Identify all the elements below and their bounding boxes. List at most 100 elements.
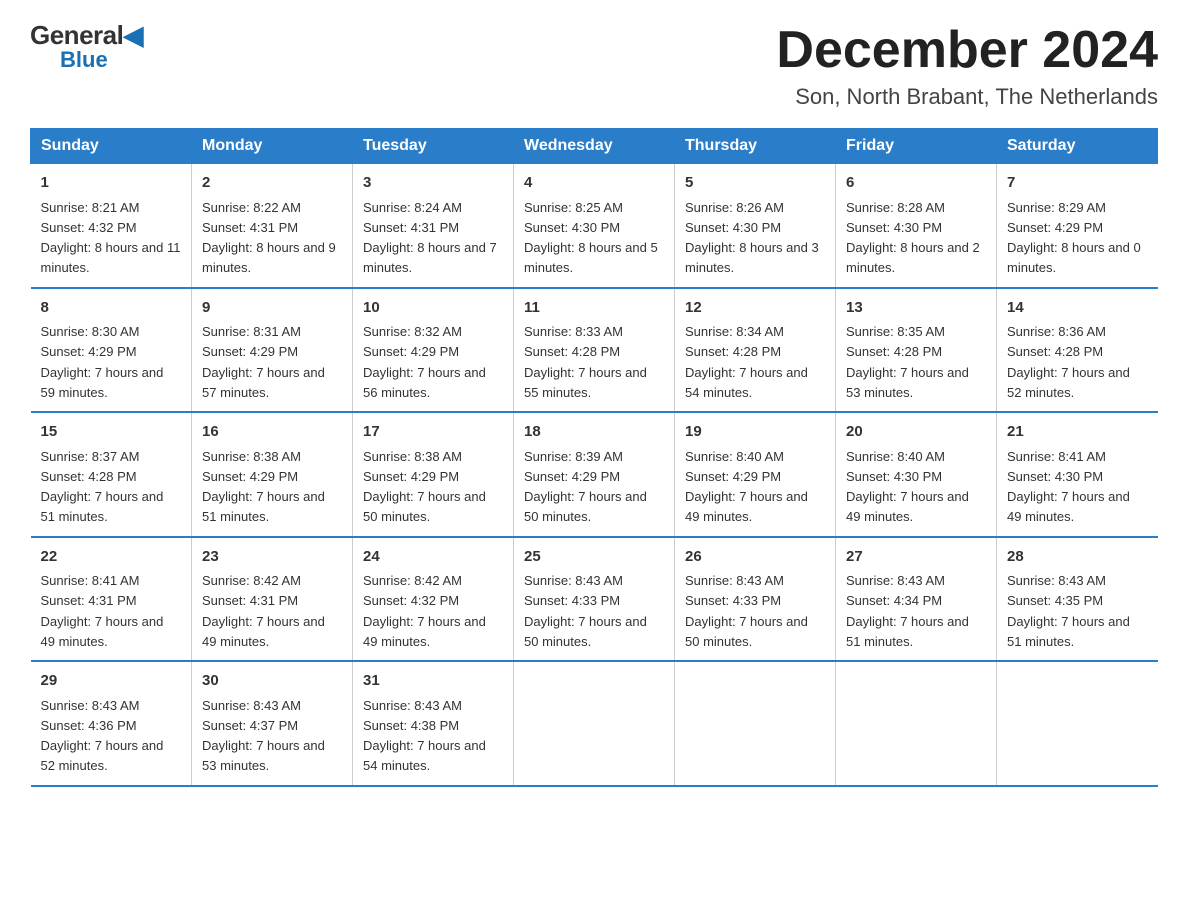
day-number: 12 (685, 297, 825, 320)
day-sunset: Sunset: 4:38 PM (363, 718, 459, 733)
day-sunrise: Sunrise: 8:33 AM (524, 324, 623, 339)
weekday-header-sunday: Sunday (31, 129, 192, 164)
day-daylight: Daylight: 7 hours and 53 minutes. (846, 365, 969, 400)
day-sunrise: Sunrise: 8:25 AM (524, 200, 623, 215)
day-sunset: Sunset: 4:29 PM (202, 344, 298, 359)
day-sunrise: Sunrise: 8:28 AM (846, 200, 945, 215)
day-daylight: Daylight: 7 hours and 54 minutes. (363, 738, 486, 773)
day-daylight: Daylight: 7 hours and 49 minutes. (846, 489, 969, 524)
day-sunrise: Sunrise: 8:32 AM (363, 324, 462, 339)
day-sunset: Sunset: 4:33 PM (524, 593, 620, 608)
day-sunrise: Sunrise: 8:43 AM (524, 573, 623, 588)
day-sunrise: Sunrise: 8:42 AM (363, 573, 462, 588)
day-daylight: Daylight: 7 hours and 57 minutes. (202, 365, 325, 400)
day-daylight: Daylight: 7 hours and 55 minutes. (524, 365, 647, 400)
day-daylight: Daylight: 8 hours and 9 minutes. (202, 240, 336, 275)
day-cell: 15 Sunrise: 8:37 AM Sunset: 4:28 PM Dayl… (31, 412, 192, 537)
day-daylight: Daylight: 7 hours and 49 minutes. (202, 614, 325, 649)
day-cell: 13 Sunrise: 8:35 AM Sunset: 4:28 PM Dayl… (836, 288, 997, 413)
day-number: 22 (41, 546, 182, 569)
day-number: 7 (1007, 172, 1148, 195)
day-number: 20 (846, 421, 986, 444)
day-number: 11 (524, 297, 664, 320)
day-number: 4 (524, 172, 664, 195)
day-sunrise: Sunrise: 8:41 AM (1007, 449, 1106, 464)
week-row-4: 22 Sunrise: 8:41 AM Sunset: 4:31 PM Dayl… (31, 537, 1158, 662)
day-daylight: Daylight: 7 hours and 50 minutes. (524, 489, 647, 524)
day-cell: 20 Sunrise: 8:40 AM Sunset: 4:30 PM Dayl… (836, 412, 997, 537)
day-sunrise: Sunrise: 8:26 AM (685, 200, 784, 215)
day-sunrise: Sunrise: 8:43 AM (363, 698, 462, 713)
day-sunset: Sunset: 4:34 PM (846, 593, 942, 608)
logo-triangle-icon: ◀ (123, 20, 143, 50)
day-number: 5 (685, 172, 825, 195)
day-daylight: Daylight: 7 hours and 54 minutes. (685, 365, 808, 400)
day-number: 23 (202, 546, 342, 569)
location-subtitle: Son, North Brabant, The Netherlands (776, 84, 1158, 110)
weekday-header-wednesday: Wednesday (514, 129, 675, 164)
day-cell: 21 Sunrise: 8:41 AM Sunset: 4:30 PM Dayl… (997, 412, 1158, 537)
day-sunset: Sunset: 4:31 PM (202, 593, 298, 608)
day-number: 13 (846, 297, 986, 320)
day-cell: 31 Sunrise: 8:43 AM Sunset: 4:38 PM Dayl… (353, 661, 514, 786)
day-cell: 29 Sunrise: 8:43 AM Sunset: 4:36 PM Dayl… (31, 661, 192, 786)
logo-blue-text: Blue (60, 47, 108, 73)
day-sunset: Sunset: 4:31 PM (41, 593, 137, 608)
day-sunset: Sunset: 4:36 PM (41, 718, 137, 733)
day-daylight: Daylight: 7 hours and 50 minutes. (363, 489, 486, 524)
day-sunset: Sunset: 4:33 PM (685, 593, 781, 608)
day-number: 18 (524, 421, 664, 444)
day-sunrise: Sunrise: 8:40 AM (685, 449, 784, 464)
day-sunrise: Sunrise: 8:43 AM (685, 573, 784, 588)
day-daylight: Daylight: 8 hours and 11 minutes. (41, 240, 181, 275)
day-sunrise: Sunrise: 8:21 AM (41, 200, 140, 215)
day-cell (997, 661, 1158, 786)
day-sunset: Sunset: 4:35 PM (1007, 593, 1103, 608)
day-daylight: Daylight: 7 hours and 50 minutes. (524, 614, 647, 649)
day-sunrise: Sunrise: 8:22 AM (202, 200, 301, 215)
weekday-header-row: SundayMondayTuesdayWednesdayThursdayFrid… (31, 129, 1158, 164)
day-daylight: Daylight: 8 hours and 2 minutes. (846, 240, 980, 275)
day-number: 17 (363, 421, 503, 444)
day-sunrise: Sunrise: 8:43 AM (41, 698, 140, 713)
day-sunset: Sunset: 4:31 PM (363, 220, 459, 235)
day-sunset: Sunset: 4:29 PM (1007, 220, 1103, 235)
day-daylight: Daylight: 7 hours and 51 minutes. (846, 614, 969, 649)
day-number: 14 (1007, 297, 1148, 320)
day-sunset: Sunset: 4:30 PM (524, 220, 620, 235)
day-cell: 1 Sunrise: 8:21 AM Sunset: 4:32 PM Dayli… (31, 164, 192, 288)
week-row-5: 29 Sunrise: 8:43 AM Sunset: 4:36 PM Dayl… (31, 661, 1158, 786)
day-daylight: Daylight: 8 hours and 5 minutes. (524, 240, 658, 275)
day-number: 31 (363, 670, 503, 693)
day-sunrise: Sunrise: 8:43 AM (846, 573, 945, 588)
day-sunset: Sunset: 4:30 PM (846, 469, 942, 484)
day-daylight: Daylight: 7 hours and 56 minutes. (363, 365, 486, 400)
week-row-3: 15 Sunrise: 8:37 AM Sunset: 4:28 PM Dayl… (31, 412, 1158, 537)
weekday-header-monday: Monday (192, 129, 353, 164)
day-cell: 6 Sunrise: 8:28 AM Sunset: 4:30 PM Dayli… (836, 164, 997, 288)
day-cell: 11 Sunrise: 8:33 AM Sunset: 4:28 PM Dayl… (514, 288, 675, 413)
day-daylight: Daylight: 7 hours and 51 minutes. (202, 489, 325, 524)
day-number: 26 (685, 546, 825, 569)
day-sunset: Sunset: 4:31 PM (202, 220, 298, 235)
day-cell: 4 Sunrise: 8:25 AM Sunset: 4:30 PM Dayli… (514, 164, 675, 288)
day-sunrise: Sunrise: 8:43 AM (1007, 573, 1106, 588)
day-sunrise: Sunrise: 8:38 AM (363, 449, 462, 464)
day-cell: 9 Sunrise: 8:31 AM Sunset: 4:29 PM Dayli… (192, 288, 353, 413)
day-cell: 30 Sunrise: 8:43 AM Sunset: 4:37 PM Dayl… (192, 661, 353, 786)
day-sunrise: Sunrise: 8:41 AM (41, 573, 140, 588)
day-number: 24 (363, 546, 503, 569)
day-cell: 12 Sunrise: 8:34 AM Sunset: 4:28 PM Dayl… (675, 288, 836, 413)
day-daylight: Daylight: 7 hours and 51 minutes. (41, 489, 164, 524)
day-sunrise: Sunrise: 8:37 AM (41, 449, 140, 464)
day-sunrise: Sunrise: 8:38 AM (202, 449, 301, 464)
day-sunset: Sunset: 4:28 PM (41, 469, 137, 484)
day-number: 6 (846, 172, 986, 195)
day-sunrise: Sunrise: 8:39 AM (524, 449, 623, 464)
day-cell: 16 Sunrise: 8:38 AM Sunset: 4:29 PM Dayl… (192, 412, 353, 537)
day-sunrise: Sunrise: 8:36 AM (1007, 324, 1106, 339)
day-number: 8 (41, 297, 182, 320)
day-cell: 26 Sunrise: 8:43 AM Sunset: 4:33 PM Dayl… (675, 537, 836, 662)
day-number: 16 (202, 421, 342, 444)
day-cell: 19 Sunrise: 8:40 AM Sunset: 4:29 PM Dayl… (675, 412, 836, 537)
